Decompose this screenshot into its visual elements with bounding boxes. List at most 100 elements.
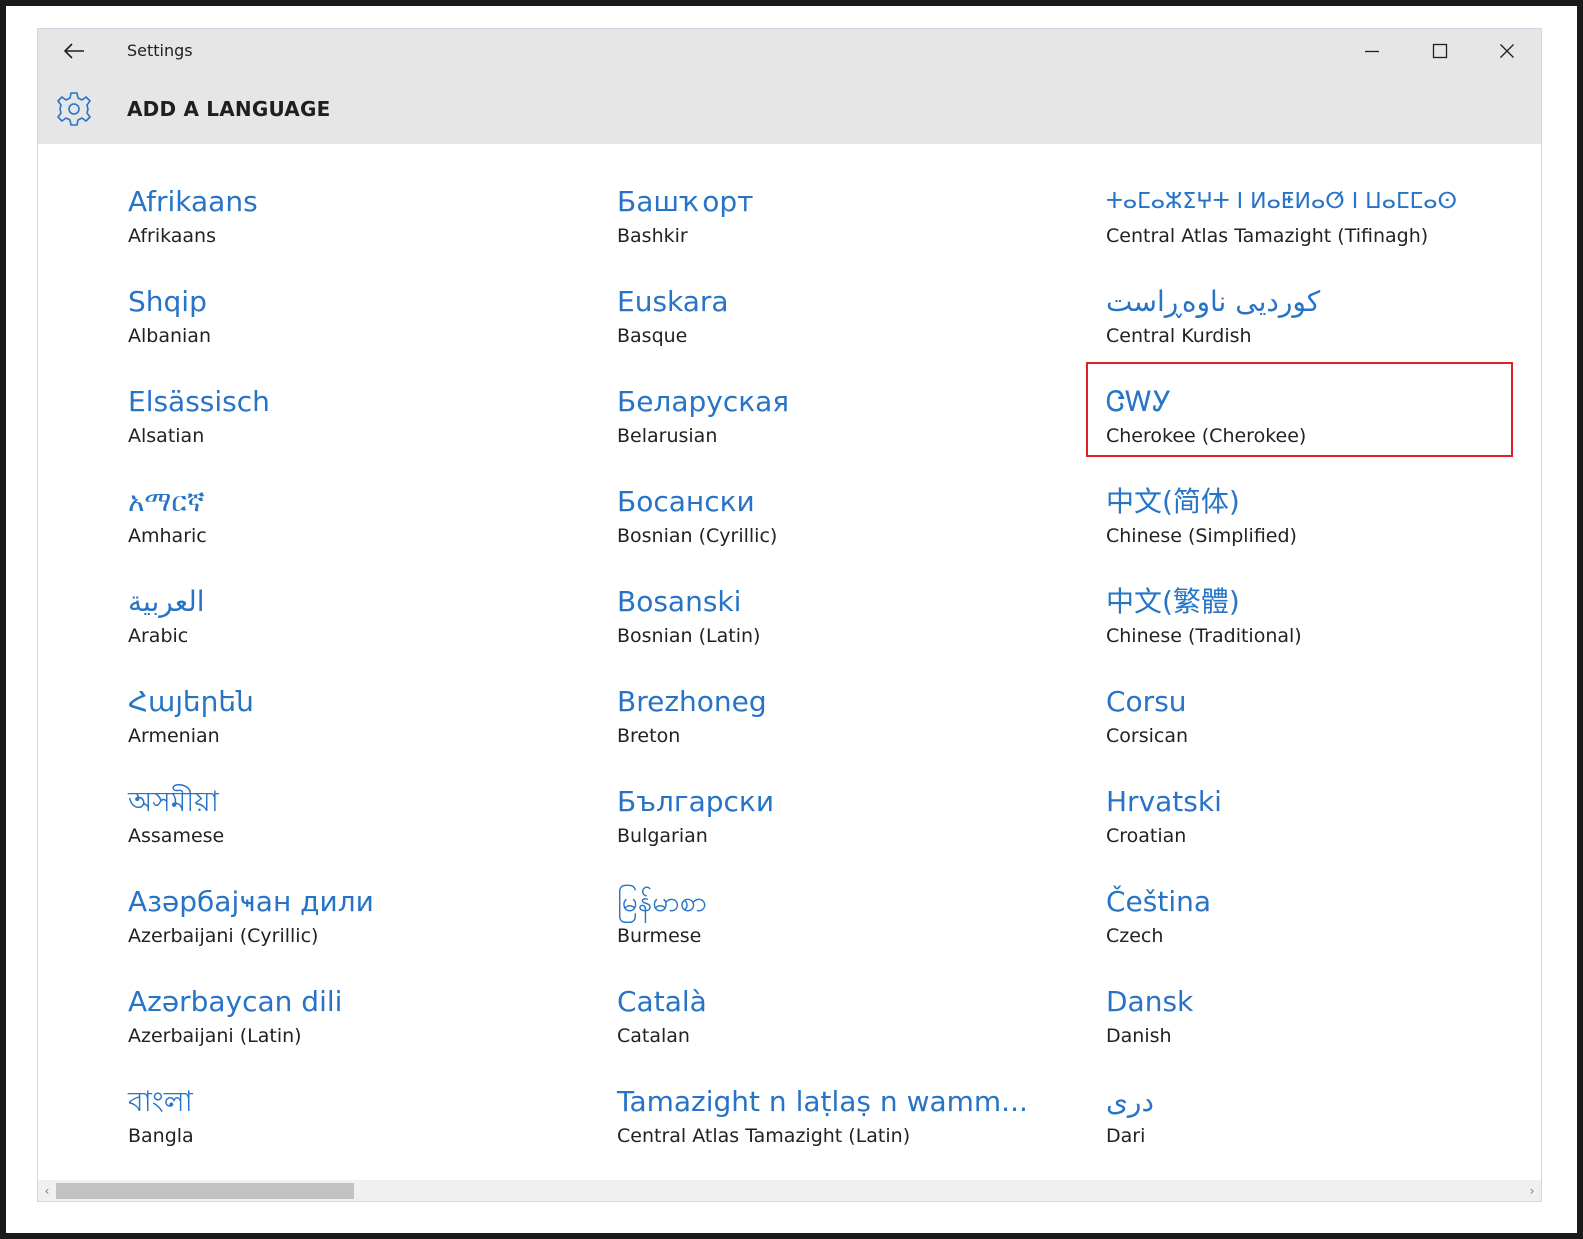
gear-icon	[54, 89, 94, 129]
language-english-name: Bashkir	[617, 225, 688, 247]
language-english-name: Basque	[617, 325, 688, 347]
language-item[interactable]: Elsässisch Alsatian	[128, 384, 578, 484]
close-button[interactable]	[1479, 33, 1535, 69]
language-native-name: Corsu	[1106, 685, 1187, 718]
language-native-name: Brezhoneg	[617, 685, 767, 718]
language-item[interactable]: Հայերեն Armenian	[128, 684, 578, 784]
language-item[interactable]: Босански Bosnian (Cyrillic)	[617, 484, 1067, 584]
language-native-name: Հայերեն	[128, 685, 254, 718]
language-item[interactable]: دری Dari	[1106, 1084, 1526, 1184]
language-item[interactable]: Brezhoneg Breton	[617, 684, 1067, 784]
language-native-name: 中文(繁體)	[1106, 585, 1240, 618]
minimize-icon	[1365, 50, 1379, 53]
title-bar: Settings ADD A LANGUAGE	[38, 29, 1541, 144]
language-item[interactable]: Tamazight n laṭlaṣ n wamm... Central Atl…	[617, 1084, 1067, 1184]
language-item[interactable]: Shqip Albanian	[128, 284, 578, 384]
language-english-name: Central Atlas Tamazight (Latin)	[617, 1125, 911, 1147]
scroll-left-arrow-icon[interactable]: ‹	[39, 1182, 55, 1200]
language-english-name: Assamese	[128, 825, 225, 847]
language-item[interactable]: Català Catalan	[617, 984, 1067, 1084]
settings-window: Settings ADD A LANGUAGE Afrikaans Afrika…	[37, 28, 1542, 1202]
language-native-name: Беларуская	[617, 385, 790, 418]
language-english-name: Arabic	[128, 625, 189, 647]
language-native-name: Shqip	[128, 285, 207, 318]
language-english-name: Catalan	[617, 1025, 690, 1047]
language-native-name: 中文(简体)	[1106, 485, 1240, 518]
language-column-1: Afrikaans Afrikaans Shqip Albanian Elsäs…	[128, 184, 578, 1184]
language-item[interactable]: 中文(简体) Chinese (Simplified)	[1106, 484, 1526, 584]
close-icon	[1500, 44, 1514, 58]
language-item[interactable]: Bosanski Bosnian (Latin)	[617, 584, 1067, 684]
language-native-name: Català	[617, 985, 707, 1018]
language-item[interactable]: বাংলা Bangla	[128, 1084, 578, 1184]
language-native-name: Босански	[617, 485, 755, 518]
language-english-name: Bangla	[128, 1125, 194, 1147]
language-item[interactable]: ⵜⴰⵎⴰⵣⵉⵖⵜ ⵏ ⵍⴰⵟⵍⴰⵚ ⵏ ⵡⴰⵎⵎⴰⵙ Central Atlas…	[1106, 184, 1526, 284]
maximize-button[interactable]	[1412, 33, 1468, 69]
language-item[interactable]: کوردیی ناوەڕاست Central Kurdish	[1106, 284, 1526, 384]
language-native-name: دری	[1106, 1085, 1154, 1118]
language-native-name: Български	[617, 785, 775, 818]
language-english-name: Belarusian	[617, 425, 718, 447]
language-item[interactable]: Čeština Czech	[1106, 884, 1526, 984]
language-native-name: Euskara	[617, 285, 729, 318]
language-item[interactable]: Corsu Corsican	[1106, 684, 1526, 784]
screenshot-frame: Settings ADD A LANGUAGE Afrikaans Afrika…	[0, 0, 1583, 1239]
language-english-name: Corsican	[1106, 725, 1189, 747]
language-native-name: العربية	[128, 585, 205, 618]
minimize-button[interactable]	[1344, 33, 1400, 69]
app-title: Settings	[127, 41, 193, 60]
language-english-name: Albanian	[128, 325, 211, 347]
language-english-name: Croatian	[1106, 825, 1187, 847]
language-item[interactable]: Azərbaycan dili Azerbaijani (Latin)	[128, 984, 578, 1084]
scroll-right-arrow-icon[interactable]: ›	[1524, 1182, 1540, 1200]
language-column-2: Башҡорт Bashkir Euskara Basque Беларуска…	[617, 184, 1067, 1184]
language-item[interactable]: Afrikaans Afrikaans	[128, 184, 578, 284]
language-english-name: Afrikaans	[128, 225, 216, 247]
language-native-name: Azərbaycan dili	[128, 985, 343, 1018]
language-native-name: کوردیی ناوەڕاست	[1106, 285, 1321, 318]
language-english-name: Cherokee (Cherokee)	[1106, 425, 1307, 447]
language-native-name: বাংলা	[128, 1085, 193, 1118]
back-button[interactable]	[54, 35, 94, 67]
language-item[interactable]: Беларуская Belarusian	[617, 384, 1067, 484]
language-item[interactable]: မြန်မာစာ Burmese	[617, 884, 1067, 984]
language-native-name: অসমীয়া	[128, 785, 219, 818]
language-english-name: Danish	[1106, 1025, 1172, 1047]
language-item[interactable]: Башҡорт Bashkir	[617, 184, 1067, 284]
language-english-name: Breton	[617, 725, 681, 747]
language-item[interactable]: Hrvatski Croatian	[1106, 784, 1526, 884]
language-item-selected[interactable]: ᏣᎳᎩ Cherokee (Cherokee)	[1086, 362, 1526, 484]
maximize-icon	[1432, 43, 1448, 59]
page-title: ADD A LANGUAGE	[127, 97, 331, 121]
language-item[interactable]: Азәрбајҹан дили Azerbaijani (Cyrillic)	[128, 884, 578, 984]
language-english-name: Dari	[1106, 1125, 1146, 1147]
language-native-name: Bosanski	[617, 585, 742, 618]
language-item[interactable]: العربية Arabic	[128, 584, 578, 684]
language-english-name: Chinese (Simplified)	[1106, 525, 1297, 547]
language-item[interactable]: 中文(繁體) Chinese (Traditional)	[1106, 584, 1526, 684]
language-native-name: Čeština	[1106, 885, 1212, 918]
language-english-name: Chinese (Traditional)	[1106, 625, 1302, 647]
language-item[interactable]: অসমীয়া Assamese	[128, 784, 578, 884]
back-arrow-icon	[63, 43, 84, 59]
language-item[interactable]: Български Bulgarian	[617, 784, 1067, 884]
language-column-3: ⵜⴰⵎⴰⵣⵉⵖⵜ ⵏ ⵍⴰⵟⵍⴰⵚ ⵏ ⵡⴰⵎⵎⴰⵙ Central Atlas…	[1086, 184, 1526, 1184]
language-native-name: Tamazight n laṭlaṣ n wamm...	[617, 1085, 1028, 1118]
language-native-name: Азәрбајҹан дили	[128, 885, 374, 918]
language-english-name: Bulgarian	[617, 825, 708, 847]
language-native-name: Башҡорт	[617, 185, 754, 218]
language-english-name: Burmese	[617, 925, 702, 947]
language-native-name: Hrvatski	[1106, 785, 1222, 818]
language-item[interactable]: Dansk Danish	[1106, 984, 1526, 1084]
language-english-name: Azerbaijani (Latin)	[128, 1025, 302, 1047]
language-item[interactable]: አማርኛ Amharic	[128, 484, 578, 584]
language-english-name: Bosnian (Latin)	[617, 625, 761, 647]
language-english-name: Central Atlas Tamazight (Tifinagh)	[1106, 225, 1429, 247]
language-item[interactable]: Euskara Basque	[617, 284, 1067, 384]
language-english-name: Alsatian	[128, 425, 205, 447]
language-native-name: ⵜⴰⵎⴰⵣⵉⵖⵜ ⵏ ⵍⴰⵟⵍⴰⵚ ⵏ ⵡⴰⵎⵎⴰⵙ	[1106, 189, 1458, 214]
horizontal-scrollbar[interactable]: ‹ ›	[38, 1180, 1541, 1201]
scrollbar-thumb[interactable]	[56, 1183, 354, 1199]
language-english-name: Central Kurdish	[1106, 325, 1252, 347]
